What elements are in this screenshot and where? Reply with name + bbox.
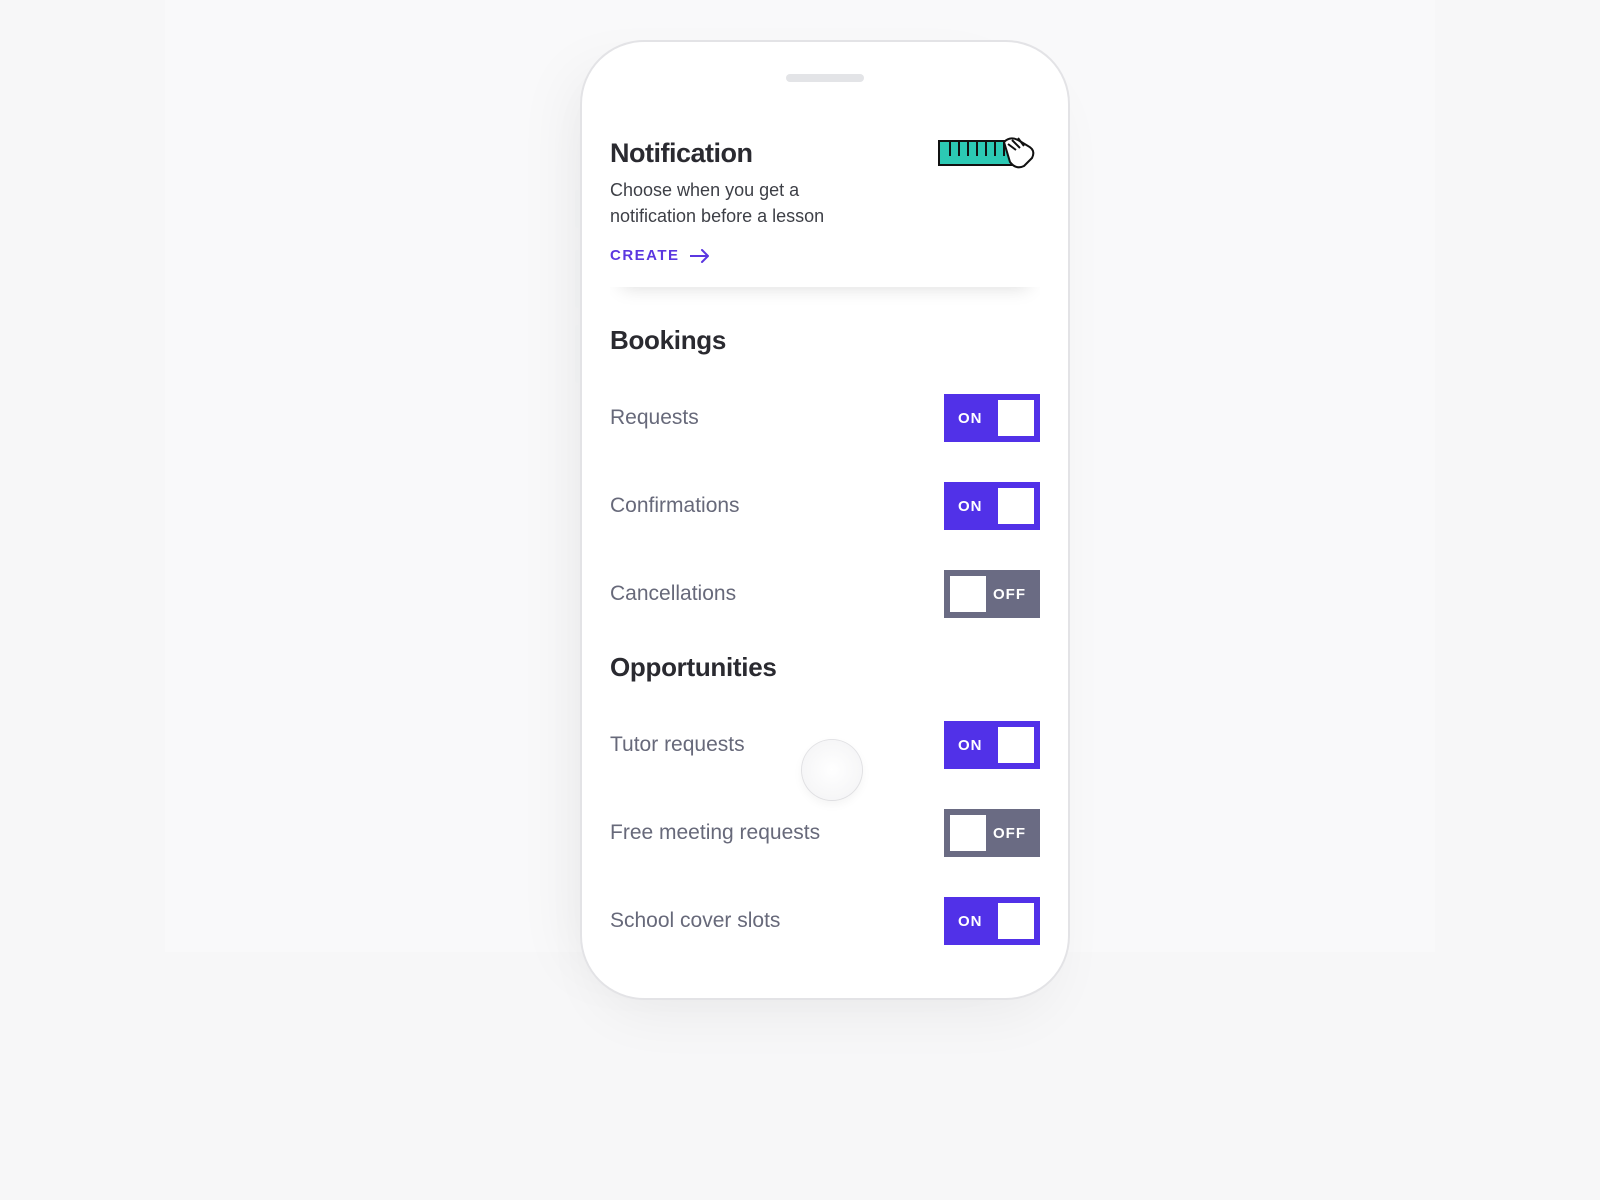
toggle-knob: [998, 903, 1034, 939]
phone-frame: Notification Choose when you get a notif…: [580, 40, 1070, 1000]
toggle-state-label: ON: [958, 498, 983, 515]
toggle-school-cover-slots[interactable]: ON: [944, 897, 1040, 945]
phone-side-button: [575, 325, 580, 383]
setting-label: Requests: [610, 406, 699, 430]
setting-label: Cancellations: [610, 582, 736, 606]
phone-speaker: [786, 74, 864, 82]
bookings-heading: Bookings: [610, 325, 1040, 356]
phone-side-button: [575, 250, 580, 308]
toggle-state-label: OFF: [993, 825, 1026, 842]
stage: Notification Choose when you get a notif…: [165, 0, 1435, 952]
create-button[interactable]: CREATE: [610, 247, 710, 264]
notification-card: Notification Choose when you get a notif…: [610, 130, 1040, 287]
toggle-free-meeting-requests[interactable]: OFF: [944, 809, 1040, 857]
toggle-knob: [998, 488, 1034, 524]
phone-side-button: [575, 190, 580, 228]
list-item: School cover slots ON: [610, 881, 1040, 969]
create-label: CREATE: [610, 247, 680, 264]
list-item: Tutor requests ON: [610, 705, 1040, 793]
opportunities-heading: Opportunities: [610, 652, 1040, 683]
ruler-illustration: [938, 140, 1040, 210]
notification-description: Choose when you get a notification befor…: [610, 177, 840, 229]
list-item: Cancellations OFF: [610, 554, 1040, 642]
setting-label: Free meeting requests: [610, 821, 820, 845]
setting-label: Confirmations: [610, 494, 740, 518]
arrow-right-icon: [690, 249, 710, 263]
toggle-knob: [998, 400, 1034, 436]
list-item: Requests ON: [610, 378, 1040, 466]
screen-content: Notification Choose when you get a notif…: [610, 130, 1040, 970]
list-item: Free meeting requests OFF: [610, 793, 1040, 881]
toggle-knob: [950, 815, 986, 851]
list-item: Confirmations ON: [610, 466, 1040, 554]
toggle-state-label: OFF: [993, 586, 1026, 603]
toggle-confirmations[interactable]: ON: [944, 482, 1040, 530]
toggle-state-label: ON: [958, 410, 983, 427]
toggle-state-label: ON: [958, 913, 983, 930]
toggle-cancellations[interactable]: OFF: [944, 570, 1040, 618]
toggle-requests[interactable]: ON: [944, 394, 1040, 442]
setting-label: Tutor requests: [610, 733, 745, 757]
toggle-knob: [950, 576, 986, 612]
hand-icon: [1002, 136, 1040, 174]
toggle-tutor-requests[interactable]: ON: [944, 721, 1040, 769]
toggle-knob: [998, 727, 1034, 763]
toggle-state-label: ON: [958, 737, 983, 754]
setting-label: School cover slots: [610, 909, 780, 933]
